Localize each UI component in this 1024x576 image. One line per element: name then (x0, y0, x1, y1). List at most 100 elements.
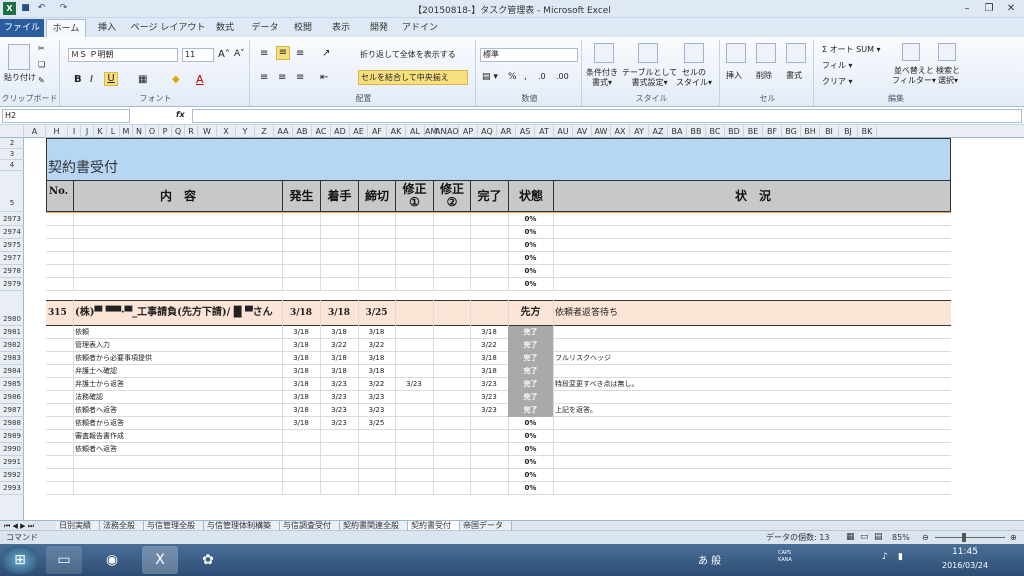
column-header[interactable]: W (198, 125, 217, 138)
cell-begin[interactable]: 3/22 (320, 339, 358, 352)
progress-percent[interactable]: 0% (508, 239, 553, 252)
cell-content[interactable]: 管理表入力 (75, 339, 282, 352)
page-layout-view-icon[interactable]: ▭ (860, 531, 869, 544)
row-header[interactable]: 2984 (0, 365, 24, 378)
cut-icon[interactable]: ✂ (38, 44, 45, 53)
state-done-badge[interactable]: 完了 (508, 352, 553, 365)
state-done-badge[interactable]: 完了 (508, 326, 553, 339)
cell-deadline[interactable]: 3/22 (358, 339, 395, 352)
column-header[interactable]: BD (725, 125, 744, 138)
progress-percent[interactable]: 0% (508, 443, 553, 456)
column-header[interactable]: A (24, 125, 46, 138)
paint-icon[interactable]: ✿ (190, 546, 226, 574)
row-header[interactable]: 2977 (0, 252, 24, 265)
column-header[interactable]: AA (274, 125, 293, 138)
italic-icon[interactable]: I (90, 74, 93, 85)
tab-developer[interactable]: 開発 (362, 19, 396, 37)
progress-percent[interactable]: 0% (508, 482, 553, 495)
minimize-icon[interactable]: – (956, 1, 978, 16)
cell-start[interactable]: 3/18 (282, 339, 320, 352)
cell-done[interactable]: 3/23 (470, 378, 508, 391)
underline-icon[interactable]: U (104, 72, 118, 86)
column-header[interactable]: BJ (839, 125, 858, 138)
row-header[interactable]: 2 (0, 138, 24, 149)
cell-begin[interactable]: 3/18 (320, 365, 358, 378)
progress-percent[interactable]: 0% (508, 213, 553, 226)
column-header[interactable]: AP (459, 125, 478, 138)
row-header[interactable]: 2986 (0, 391, 24, 404)
column-header[interactable]: AW (592, 125, 611, 138)
column-header[interactable]: I (68, 125, 81, 138)
row-header[interactable]: 2987 (0, 404, 24, 417)
cell-content[interactable]: 法務確認 (75, 391, 282, 404)
cell-deadline[interactable]: 3/18 (358, 365, 395, 378)
align-left-icon[interactable]: ≡ (260, 72, 268, 83)
clock-date[interactable]: 2016/03/24 (942, 561, 988, 570)
paste-icon[interactable] (8, 44, 30, 70)
column-header[interactable]: BG (782, 125, 801, 138)
column-header[interactable]: AT (535, 125, 554, 138)
ime-indicator[interactable]: あ 般 (698, 552, 721, 567)
worksheet-grid[interactable]: 契約書受付 No. 内 容 発生 着手 締切 修正 ① 修正 ② 完了 状態 状… (24, 138, 1024, 520)
column-header[interactable]: AB (293, 125, 312, 138)
cell-begin[interactable]: 3/18 (320, 326, 358, 339)
fill-button[interactable]: フィル ▾ (822, 60, 852, 71)
column-header[interactable]: AY (630, 125, 649, 138)
column-header[interactable]: R (185, 125, 198, 138)
column-header[interactable]: J (81, 125, 94, 138)
column-header[interactable]: BA (668, 125, 687, 138)
column-header[interactable]: AK (387, 125, 406, 138)
cell-status[interactable]: 特段変更すべき点は無し。 (555, 378, 951, 391)
clock-time[interactable]: 11:45 (952, 547, 978, 557)
find-select-button[interactable]: 検索と 選択▾ (936, 66, 960, 86)
insert-cells-icon[interactable] (726, 43, 746, 63)
align-center-icon[interactable]: ≡ (278, 72, 286, 83)
column-header[interactable]: BB (687, 125, 706, 138)
column-header[interactable]: Y (236, 125, 255, 138)
font-name-select[interactable]: ＭＳ Ｐ明朝 (68, 48, 178, 62)
column-header[interactable]: AC (312, 125, 331, 138)
shrink-font-icon[interactable]: A˅ (234, 49, 245, 59)
row-header[interactable]: 2989 (0, 430, 24, 443)
cell-content[interactable]: 依頼 (75, 326, 282, 339)
column-header[interactable]: AL (406, 125, 425, 138)
zoom-slider-thumb[interactable] (962, 533, 966, 542)
row-header[interactable]: 2988 (0, 417, 24, 430)
column-header[interactable]: BI (820, 125, 839, 138)
row-header[interactable]: 2983 (0, 352, 24, 365)
page-break-view-icon[interactable]: ▤ (874, 531, 883, 544)
close-icon[interactable]: ✕ (1000, 1, 1022, 16)
column-header[interactable]: AE (350, 125, 368, 138)
cell-content[interactable]: 弁護士から返答 (75, 378, 282, 391)
column-header[interactable]: AN (435, 125, 447, 138)
state-done-badge[interactable]: 完了 (508, 391, 553, 404)
column-header[interactable]: AF (368, 125, 387, 138)
progress-percent[interactable]: 0% (508, 456, 553, 469)
column-header[interactable]: BF (763, 125, 782, 138)
row-header[interactable]: 2981 (0, 326, 24, 339)
cell-status[interactable]: フルリスクヘッジ (555, 352, 951, 365)
column-header[interactable]: P (159, 125, 172, 138)
row-header[interactable]: 2978 (0, 265, 24, 278)
column-header[interactable]: AZ (649, 125, 668, 138)
column-header[interactable]: Q (172, 125, 185, 138)
tab-formulas[interactable]: 数式 (210, 19, 240, 37)
row-header[interactable]: 2992 (0, 469, 24, 482)
copy-icon[interactable]: ❏ (38, 60, 45, 69)
cell-done[interactable]: 3/23 (470, 391, 508, 404)
progress-percent[interactable]: 0% (508, 265, 553, 278)
cell-start[interactable]: 3/18 (282, 352, 320, 365)
column-header[interactable]: AO (447, 125, 459, 138)
cell-style-icon[interactable] (684, 43, 704, 63)
zoom-level[interactable]: 85% (892, 531, 910, 544)
state-done-badge[interactable]: 完了 (508, 404, 553, 417)
zoom-out-icon[interactable]: ⊖ (922, 531, 929, 544)
format-table-icon[interactable] (638, 43, 658, 63)
column-header[interactable]: BC (706, 125, 725, 138)
row-header[interactable]: 2973 (0, 213, 24, 226)
cell-start[interactable]: 3/18 (282, 365, 320, 378)
tab-home[interactable]: ホーム (46, 19, 86, 37)
column-header[interactable]: L (107, 125, 120, 138)
column-header[interactable]: N (133, 125, 146, 138)
conditional-format-button[interactable]: 条件付き 書式▾ (586, 68, 618, 88)
